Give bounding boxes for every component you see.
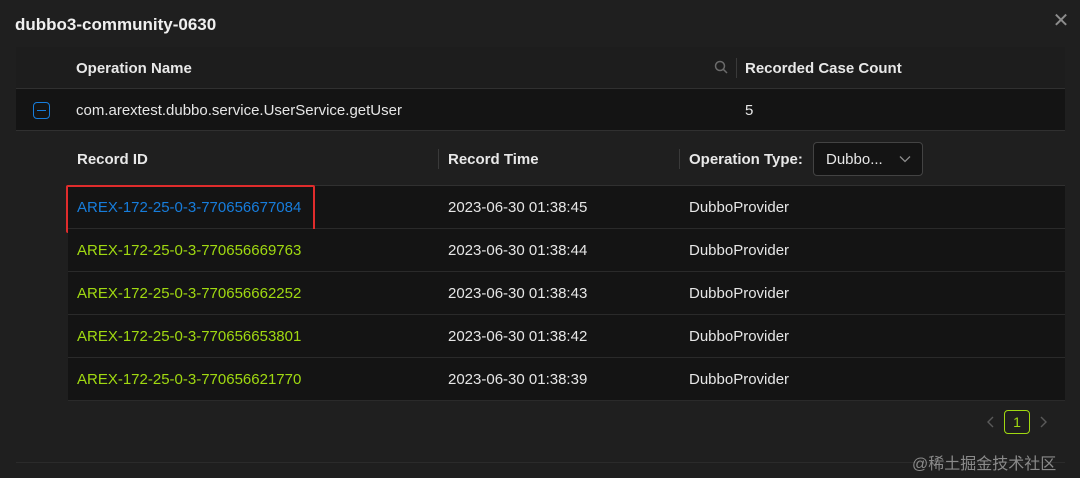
record-time: 2023-06-30 01:38:42 xyxy=(448,328,588,345)
record-table: Record ID Record Time Operation Type: Du… xyxy=(66,135,1065,401)
case-count: 5 xyxy=(745,102,754,119)
operation-name-header: Operation Name xyxy=(76,60,192,77)
operation-table-header: Operation Name Recorded Case Count xyxy=(16,47,1065,89)
watermark: @稀土掘金技术社区 xyxy=(912,456,1057,473)
record-time: 2023-06-30 01:38:39 xyxy=(448,371,588,388)
record-id-link[interactable]: AREX-172-25-0-3-770656662252 xyxy=(77,285,301,302)
left-arrow-icon[interactable] xyxy=(983,414,999,430)
column-divider xyxy=(736,58,737,78)
table-row: AREX-172-25-0-3-770656653801 2023-06-30 … xyxy=(68,315,1065,358)
record-id-link[interactable]: AREX-172-25-0-3-770656677084 xyxy=(77,199,301,216)
operation-type-select-value: Dubbo... xyxy=(826,151,883,168)
record-id-link[interactable]: AREX-172-25-0-3-770656621770 xyxy=(77,371,301,388)
operation-type: DubboProvider xyxy=(689,242,790,259)
minus-square-icon[interactable] xyxy=(33,102,50,119)
column-divider xyxy=(679,149,680,169)
operation-row[interactable]: com.arextest.dubbo.service.UserService.g… xyxy=(16,89,1065,131)
record-id-link[interactable]: AREX-172-25-0-3-770656653801 xyxy=(77,328,301,345)
recorded-case-count-header: Recorded Case Count xyxy=(745,60,902,77)
search-icon[interactable] xyxy=(713,59,729,75)
operation-type: DubboProvider xyxy=(689,199,790,216)
page-1-button[interactable]: 1 xyxy=(1004,410,1030,434)
record-table-header: Record ID Record Time Operation Type: Du… xyxy=(68,135,1065,186)
operation-type-select[interactable]: Dubbo... xyxy=(813,142,923,176)
table-row: AREX-172-25-0-3-770656621770 2023-06-30 … xyxy=(68,358,1065,401)
column-divider xyxy=(438,149,439,169)
table-row: AREX-172-25-0-3-770656669763 2023-06-30 … xyxy=(68,229,1065,272)
modal-title: dubbo3-community-0630 xyxy=(15,15,217,34)
record-time: 2023-06-30 01:38:44 xyxy=(448,242,588,259)
record-time: 2023-06-30 01:38:43 xyxy=(448,285,588,302)
right-arrow-icon[interactable] xyxy=(1035,414,1051,430)
operation-type: DubboProvider xyxy=(689,328,790,345)
close-icon[interactable]: ✕ xyxy=(1050,10,1072,32)
table-row: AREX-172-25-0-3-770656662252 2023-06-30 … xyxy=(68,272,1065,315)
record-time: 2023-06-30 01:38:45 xyxy=(448,199,588,216)
record-id-header: Record ID xyxy=(77,151,148,168)
operation-type: DubboProvider xyxy=(689,371,790,388)
operation-type-header: Operation Type: xyxy=(689,151,803,168)
record-time-header: Record Time xyxy=(448,151,539,168)
record-id-link[interactable]: AREX-172-25-0-3-770656669763 xyxy=(77,242,301,259)
divider xyxy=(16,462,1065,463)
chevron-down-icon xyxy=(899,156,911,163)
operation-name: com.arextest.dubbo.service.UserService.g… xyxy=(76,102,402,119)
operation-type: DubboProvider xyxy=(689,285,790,302)
record-modal: dubbo3-community-0630 ✕ Operation Name R… xyxy=(0,0,1080,478)
table-row: AREX-172-25-0-3-770656677084 2023-06-30 … xyxy=(66,185,1065,233)
